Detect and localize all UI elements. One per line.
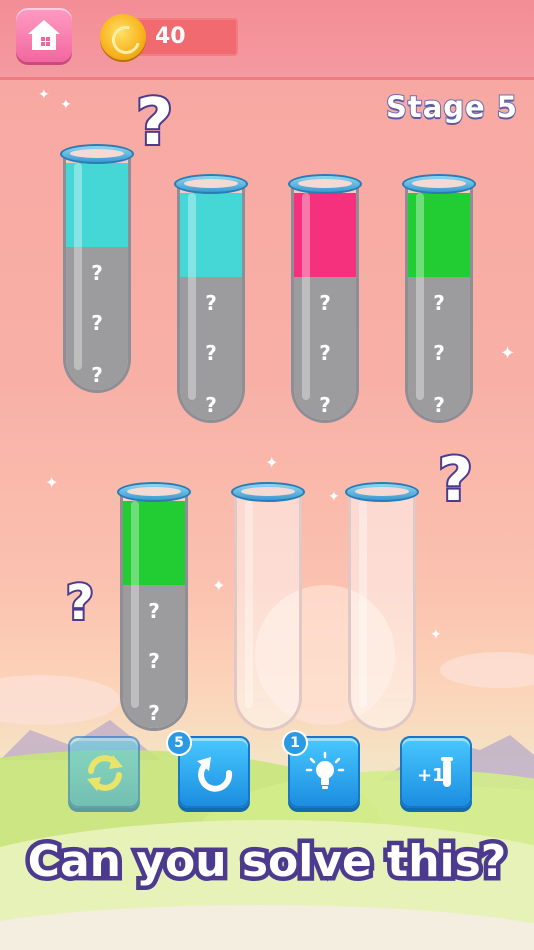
tube-rim [231, 482, 305, 502]
hint-count-badge: 1 [282, 730, 308, 756]
tube-body: ? ? ? [63, 153, 131, 393]
sparkle: ✦ [38, 87, 50, 103]
tube-4[interactable]: ? ? ? [402, 174, 476, 424]
tube-2[interactable]: ? ? ? [174, 174, 248, 424]
tube-body [234, 491, 302, 731]
add-tube-label: +1 [417, 765, 445, 786]
tube-3[interactable]: ? ? ? [288, 174, 362, 424]
sparkle: ✦ [430, 627, 442, 643]
stage-label: Stage 5 [385, 89, 518, 125]
tube-rim [345, 482, 419, 502]
tube-rim [288, 174, 362, 194]
home-button[interactable] [16, 8, 72, 62]
restart-icon [87, 755, 123, 791]
tube-body: ? ? ? [291, 183, 359, 423]
undo-count-badge: 5 [166, 730, 192, 756]
sparkle: ✦ [500, 343, 516, 364]
home-icon [28, 20, 60, 50]
sparkle: ✦ [45, 473, 59, 492]
top-bar [0, 0, 534, 80]
tagline: Can you solve this? [23, 832, 511, 892]
tube-body: ? ? ? [120, 491, 188, 731]
tube-rim [174, 174, 248, 194]
sparkle: ✦ [265, 453, 279, 472]
coin-count: 40 [155, 24, 186, 49]
decor-question-mark: ? [436, 443, 475, 517]
coin-icon [100, 14, 146, 60]
tube-body [348, 491, 416, 731]
lightbulb-icon [305, 751, 345, 789]
tube-6[interactable] [231, 482, 305, 732]
restart-button[interactable] [68, 736, 140, 808]
add-tube-button[interactable]: +1 [400, 736, 472, 808]
tube-rim [60, 144, 134, 164]
sparkle: ✦ [212, 576, 226, 595]
sparkle: ✦ [328, 489, 340, 505]
tube-rim [402, 174, 476, 194]
tube-body: ? ? ? [177, 183, 245, 423]
decor-question-mark: ? [64, 573, 96, 633]
undo-icon [197, 757, 233, 792]
sparkle: ✦ [60, 97, 72, 113]
tube-5[interactable]: ? ? ? [117, 482, 191, 732]
tube-7[interactable] [345, 482, 419, 732]
add-tube-icon: +1 [417, 757, 453, 787]
tube-body: ? ? ? [405, 183, 473, 423]
tube-rim [117, 482, 191, 502]
decor-question-mark: ? [134, 84, 175, 162]
tube-1[interactable]: ? ? ? [60, 144, 134, 394]
